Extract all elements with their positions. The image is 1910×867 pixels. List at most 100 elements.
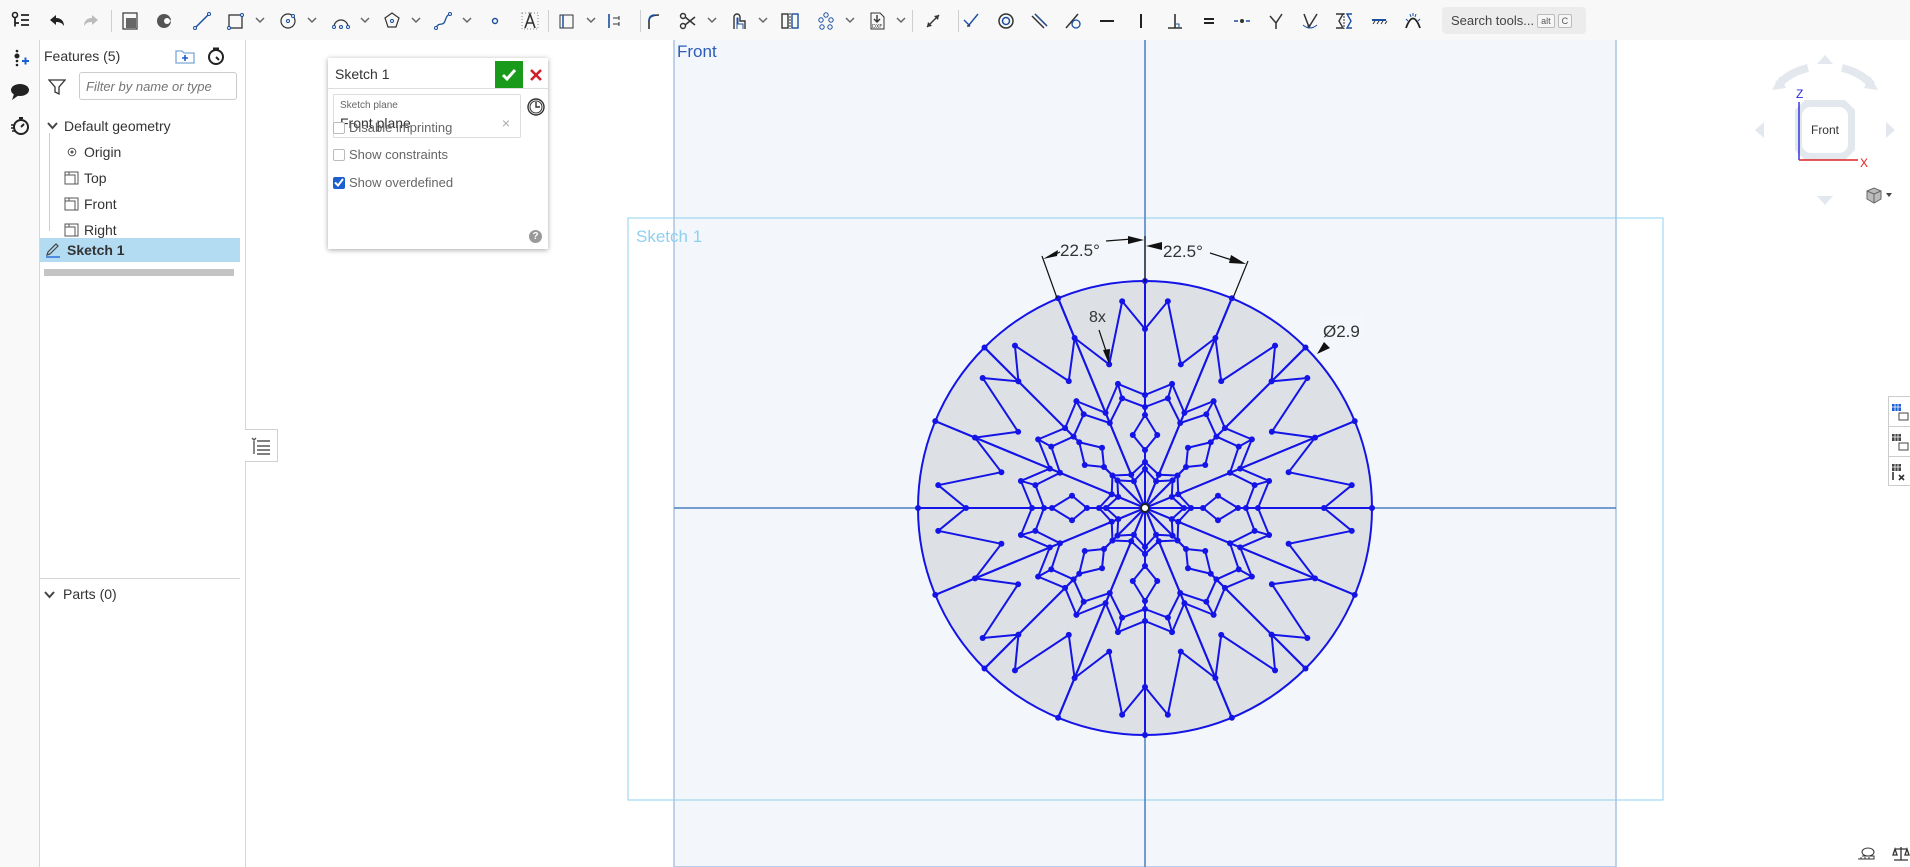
sketch-line[interactable] <box>1084 464 1105 468</box>
sketch-line[interactable] <box>1144 297 1233 509</box>
sketch-point[interactable] <box>1114 477 1121 484</box>
diameter-text[interactable]: Ø2.9 <box>1323 322 1360 341</box>
sketch-point[interactable] <box>1311 434 1318 441</box>
sketch-point[interactable] <box>932 418 939 425</box>
sketch-line[interactable] <box>1216 435 1240 448</box>
mirror-button[interactable] <box>777 8 803 34</box>
sketch-line[interactable] <box>1217 507 1239 522</box>
sketch-line[interactable] <box>1071 507 1088 521</box>
sketch-point[interactable] <box>1096 505 1102 511</box>
sketch-point[interactable] <box>1184 565 1191 572</box>
tree-item-front[interactable]: Front <box>40 192 240 216</box>
sketch-line[interactable] <box>1078 442 1086 466</box>
sketch-line[interactable] <box>1185 548 1206 552</box>
show-constraints-checkbox[interactable] <box>333 148 345 161</box>
sketch-line[interactable] <box>934 420 1146 509</box>
sketch-line[interactable] <box>1116 507 1146 537</box>
sketch-line[interactable] <box>1144 420 1356 509</box>
sketch-line[interactable] <box>1158 539 1178 543</box>
sketch-line[interactable] <box>1271 577 1316 586</box>
sketch-point[interactable] <box>1129 432 1136 439</box>
sketch-line[interactable] <box>1176 475 1180 495</box>
sketch-line[interactable] <box>981 583 1019 639</box>
sketch-line[interactable] <box>1144 534 1157 548</box>
sketch-point[interactable] <box>1035 436 1042 443</box>
sketch-point[interactable] <box>932 591 939 598</box>
sketch-line[interactable] <box>1072 573 1080 581</box>
sketch-line[interactable] <box>1130 540 1146 555</box>
trim-dropdown[interactable] <box>705 12 719 28</box>
sketch-point[interactable] <box>1128 471 1135 478</box>
sketch-line[interactable] <box>1144 297 1233 509</box>
outer-circle[interactable] <box>917 280 1373 736</box>
sketch-point[interactable] <box>1032 527 1039 534</box>
sketch-line[interactable] <box>1020 529 1036 537</box>
sketch-line[interactable] <box>1176 521 1180 541</box>
sketch-point[interactable] <box>1065 631 1072 638</box>
pattern-count-dimension[interactable]: 8x <box>1089 309 1110 364</box>
sketch-point[interactable] <box>1237 544 1244 551</box>
sketch-point[interactable] <box>1255 505 1261 511</box>
sketch-line[interactable] <box>1079 441 1103 449</box>
sketch-line[interactable] <box>1064 578 1075 589</box>
sketch-point[interactable] <box>1071 335 1078 342</box>
sketch-point[interactable] <box>998 540 1005 547</box>
sketch-line[interactable] <box>1073 337 1110 366</box>
sketch-line[interactable] <box>1103 539 1114 550</box>
sketch-point[interactable] <box>1212 335 1219 342</box>
sketch-point[interactable] <box>1055 714 1062 721</box>
insert-variable-icon[interactable] <box>8 46 32 70</box>
sketch-point[interactable] <box>1203 411 1210 418</box>
tree-item-default-geometry[interactable]: Default geometry <box>40 114 240 138</box>
sketch-point[interactable] <box>1226 540 1233 547</box>
sketch-line[interactable] <box>934 507 1146 596</box>
sketch-line[interactable] <box>1083 413 1111 424</box>
sketch-line[interactable] <box>1171 474 1179 482</box>
sketch-line[interactable] <box>1185 464 1206 468</box>
sketch-line[interactable] <box>1170 519 1174 536</box>
sketch-line[interactable] <box>1187 567 1211 575</box>
show-constraints-option[interactable]: Show constraints <box>333 147 448 162</box>
sketch-line[interactable] <box>1117 533 1134 537</box>
sketch-point[interactable] <box>1130 478 1137 485</box>
sketch-line[interactable] <box>1144 479 1174 509</box>
angle-dimension-right-text[interactable]: 22.5° <box>1163 242 1203 261</box>
sketch-point[interactable] <box>1285 540 1292 547</box>
sketch-line[interactable] <box>1133 534 1146 548</box>
sketch-line[interactable] <box>1171 507 1185 520</box>
sketch-point[interactable] <box>1073 398 1080 405</box>
sketch-line[interactable] <box>1076 400 1106 414</box>
sketch-point[interactable] <box>981 665 988 672</box>
sketch-line[interactable] <box>1210 573 1218 581</box>
list-panel-toggle[interactable] <box>245 429 278 462</box>
sketch-point[interactable] <box>1108 491 1115 498</box>
sketch-point[interactable] <box>1302 344 1309 351</box>
sketch-line[interactable] <box>1171 602 1186 633</box>
sketch-point[interactable] <box>1351 418 1358 425</box>
sketch-point[interactable] <box>1142 732 1148 738</box>
sketch-line[interactable] <box>1323 484 1353 509</box>
sketch-line[interactable] <box>1215 578 1226 589</box>
sketch-line[interactable] <box>1019 480 1033 509</box>
sketch-point[interactable] <box>1119 395 1126 402</box>
sketch-point[interactable] <box>1069 517 1076 524</box>
construction-button[interactable] <box>554 8 580 34</box>
offset-button[interactable] <box>726 8 752 34</box>
dxf-import-dropdown[interactable] <box>894 12 908 28</box>
sketch-line[interactable] <box>937 507 967 532</box>
sketch-point[interactable] <box>1106 361 1113 368</box>
pattern-count-text[interactable]: 8x <box>1089 309 1106 326</box>
sketch-line[interactable] <box>1111 534 1119 542</box>
sketch-point[interactable] <box>1348 527 1355 534</box>
sketch-line[interactable] <box>1108 301 1124 365</box>
tree-item-sketch-1[interactable]: Sketch 1 <box>40 238 240 262</box>
sketch-point[interactable] <box>1210 398 1217 405</box>
sketch-point[interactable] <box>1154 432 1161 439</box>
sketch-point[interactable] <box>1304 374 1311 381</box>
sketch-line[interactable] <box>1121 300 1146 330</box>
sketch-line[interactable] <box>1245 507 1256 532</box>
sketch-line[interactable] <box>1205 579 1218 603</box>
circle-dropdown[interactable] <box>305 12 319 28</box>
sketch-point[interactable] <box>972 434 979 441</box>
chevron-down-icon[interactable] <box>42 122 62 130</box>
